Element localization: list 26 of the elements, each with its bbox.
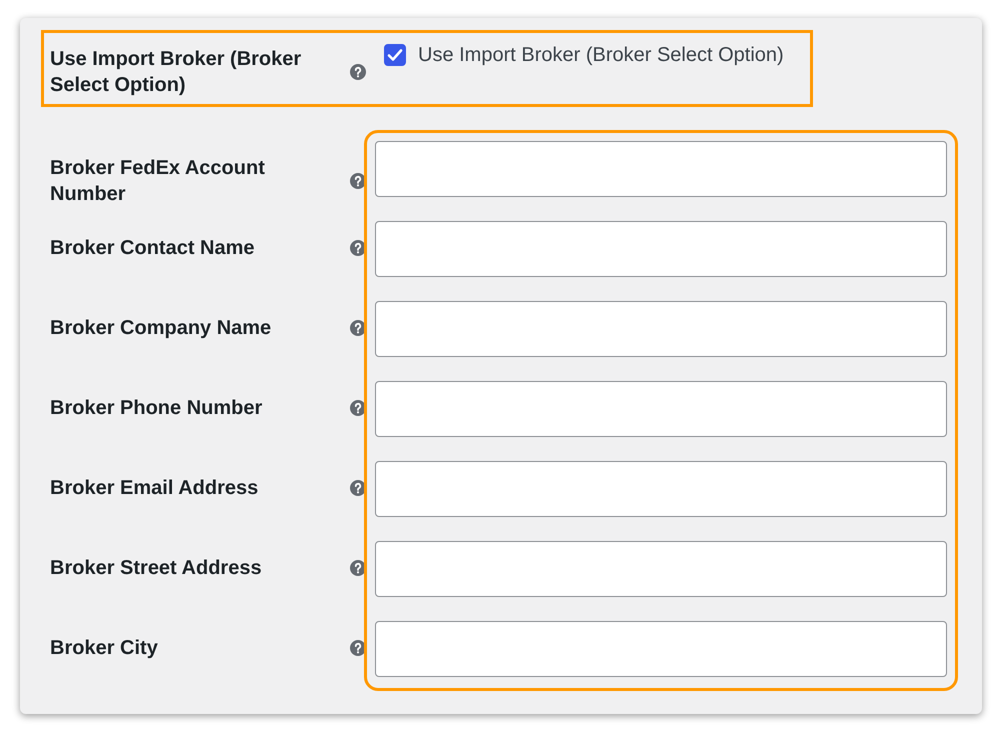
text-input[interactable] <box>375 541 947 597</box>
text-input[interactable] <box>375 381 947 437</box>
text-input[interactable] <box>375 141 947 197</box>
help-icon <box>350 400 366 416</box>
text-input[interactable] <box>375 461 947 517</box>
field-label: Broker Company Name <box>50 316 272 341</box>
help-icon <box>350 173 366 189</box>
help-icon <box>350 64 366 80</box>
checkbox[interactable] <box>384 44 406 66</box>
text-input[interactable] <box>375 621 947 677</box>
field-label: Use Import Broker (Broker Select Option) <box>50 47 302 98</box>
check-icon <box>387 48 403 62</box>
field-label: Broker Email Address <box>50 476 260 501</box>
field-label: Broker Street Address <box>50 556 263 581</box>
field-label: Broker Phone Number <box>50 396 264 421</box>
checkbox-label: Use Import Broker (Broker Select Option) <box>418 43 784 68</box>
help-icon <box>350 320 366 336</box>
help-icon <box>350 560 366 576</box>
help-icon <box>350 640 366 656</box>
text-input[interactable] <box>375 221 947 277</box>
help-icon <box>350 240 366 256</box>
field-label: Broker City <box>50 636 159 661</box>
text-input[interactable] <box>375 301 947 357</box>
field-label: Broker FedEx Account Number <box>50 156 266 207</box>
field-label: Broker Contact Name <box>50 236 256 261</box>
help-icon <box>350 480 366 496</box>
